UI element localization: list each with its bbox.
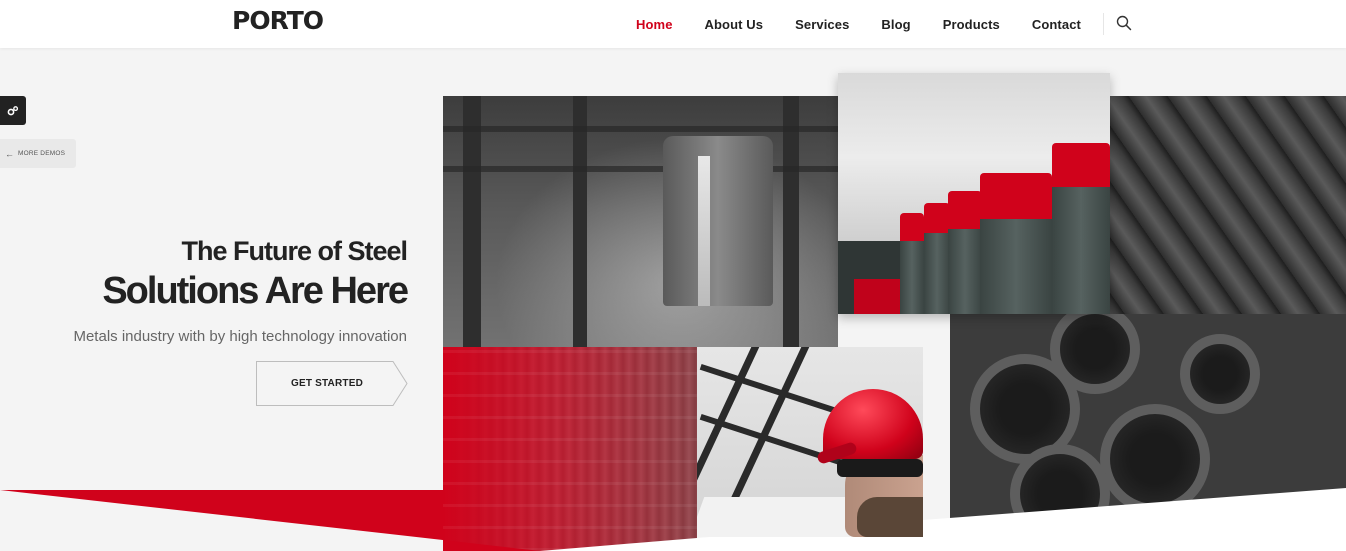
get-started-button[interactable]: GET STARTED — [256, 361, 408, 406]
hero-title-line2: Solutions Are Here — [102, 270, 409, 312]
nav-item-services[interactable]: Services — [779, 17, 865, 32]
more-demos-label: MORE DEMOS — [18, 150, 66, 157]
nav-item-blog[interactable]: Blog — [865, 17, 926, 32]
nav-item-products[interactable]: Products — [927, 17, 1016, 32]
logo-text: PORTO — [232, 6, 324, 35]
nav-item-contact[interactable]: Contact — [1016, 17, 1097, 32]
worker-helmet-image — [697, 347, 923, 537]
arrow-left-icon: ← — [5, 148, 14, 159]
hero-subtitle: Metals industry with by high technology … — [73, 328, 407, 345]
gears-icon[interactable] — [0, 96, 26, 125]
storage-tanks-image — [838, 73, 1110, 314]
hero-title-line1: The Future of Steel — [181, 236, 408, 266]
nav-item-about-us[interactable]: About Us — [689, 17, 780, 32]
main-nav: Home About Us Services Blog Products Con… — [620, 0, 1132, 48]
get-started-label: GET STARTED — [290, 378, 363, 389]
more-demos-button[interactable]: ← MORE DEMOS — [0, 139, 76, 168]
search-icon[interactable] — [1116, 15, 1132, 31]
nav-item-home[interactable]: Home — [620, 17, 689, 32]
site-header: PORTO Home About Us Services Blog Produc… — [0, 0, 1346, 48]
nav-divider — [1102, 13, 1104, 35]
logo[interactable]: PORTO — [232, 6, 324, 35]
hero-text-panel — [0, 48, 443, 490]
